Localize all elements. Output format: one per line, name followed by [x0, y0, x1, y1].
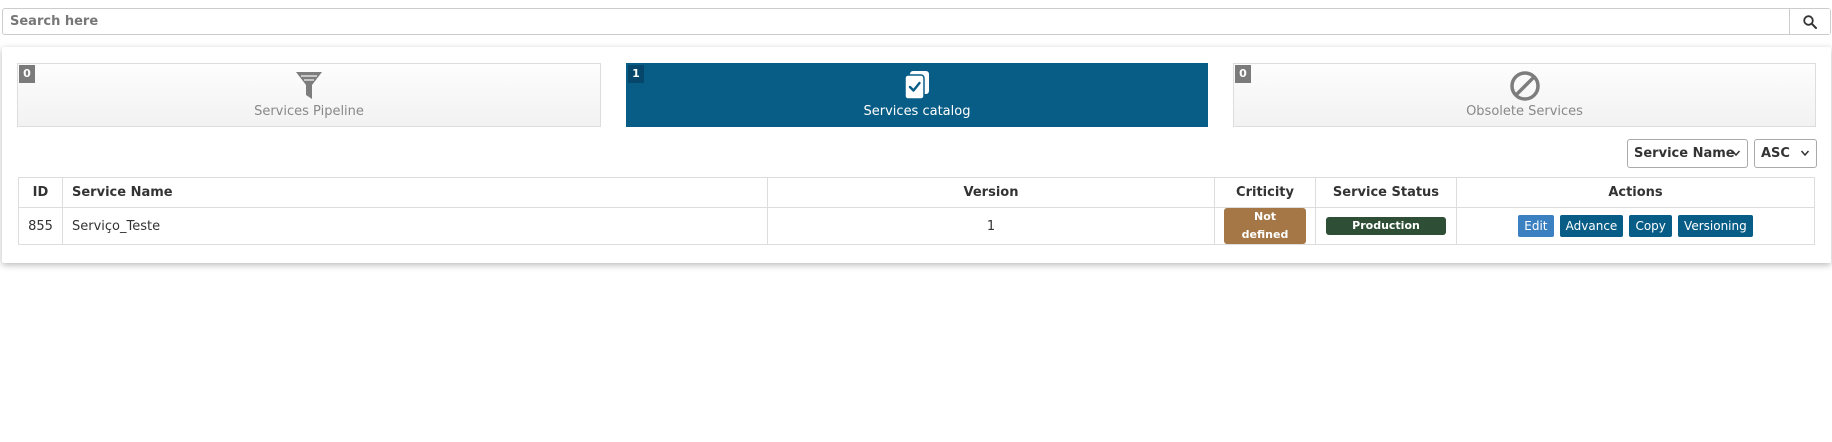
tile-label: Obsolete Services [1466, 104, 1583, 119]
cell-criticity: Not defined [1214, 207, 1316, 245]
prohibited-icon [1509, 71, 1540, 101]
header-criticity: Criticity [1214, 177, 1316, 208]
search-icon [1803, 14, 1817, 29]
catalog-check-icon [904, 71, 929, 100]
sort-order-value: ASC [1761, 146, 1790, 161]
tile-count: 1 [628, 65, 644, 83]
cell-id: 855 [18, 207, 63, 245]
table-header-row: ID Service Name Version Criticity Servic… [18, 177, 1815, 208]
advance-button[interactable]: Advance [1559, 215, 1624, 237]
chevron-down-icon [1731, 150, 1741, 157]
search-bar [2, 8, 1831, 35]
copy-button[interactable]: Copy [1629, 215, 1672, 237]
services-panel: 0 Services Pipeline 1 Services catalog 0… [2, 47, 1831, 263]
tile-services-catalog[interactable]: 1 Services catalog [626, 63, 1208, 127]
services-table: ID Service Name Version Criticity Servic… [18, 177, 1815, 245]
status-badge: Production [1326, 217, 1446, 235]
tile-count: 0 [19, 65, 35, 83]
tile-count: 0 [1235, 65, 1251, 83]
funnel-icon [296, 72, 322, 99]
tile-obsolete-services[interactable]: 0 Obsolete Services [1233, 63, 1816, 127]
header-service-name: Service Name [62, 177, 768, 208]
sort-field-select[interactable]: Service Name [1627, 139, 1748, 168]
header-actions: Actions [1456, 177, 1815, 208]
tile-label: Services Pipeline [254, 104, 364, 119]
chevron-down-icon [1800, 150, 1810, 157]
criticity-badge: Not defined [1224, 208, 1306, 244]
header-service-status: Service Status [1315, 177, 1457, 208]
header-version: Version [767, 177, 1215, 208]
tile-label: Services catalog [863, 104, 971, 119]
versioning-button[interactable]: Versioning [1678, 215, 1753, 237]
header-id: ID [18, 177, 63, 208]
cell-service-status: Production [1315, 207, 1457, 245]
search-button[interactable] [1789, 9, 1830, 34]
sort-field-value: Service Name [1634, 146, 1735, 161]
table-row: 855 Serviço_Teste 1 Not defined Producti… [18, 207, 1815, 245]
search-input[interactable] [3, 9, 1789, 34]
cell-version: 1 [767, 207, 1215, 245]
cell-actions: Edit Advance Copy Versioning [1456, 207, 1815, 245]
tile-services-pipeline[interactable]: 0 Services Pipeline [17, 63, 601, 127]
sort-order-select[interactable]: ASC [1754, 139, 1817, 168]
edit-button[interactable]: Edit [1518, 215, 1554, 237]
cell-service-name: Serviço_Teste [62, 207, 768, 245]
